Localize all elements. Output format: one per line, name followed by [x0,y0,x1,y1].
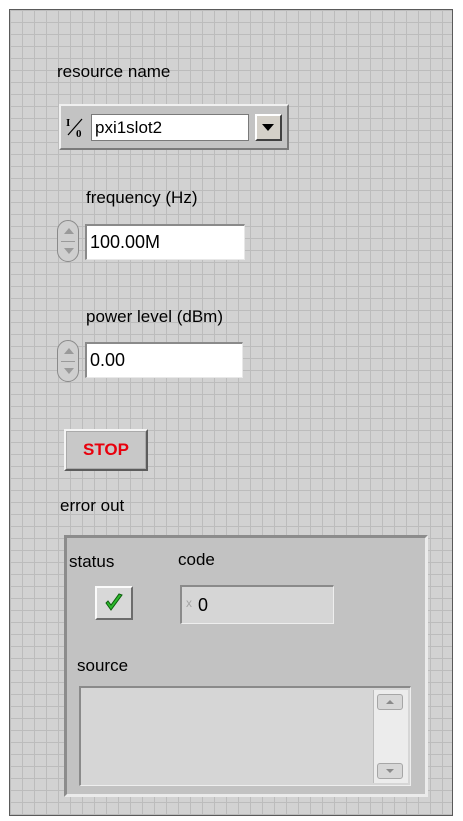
increment-arrow-icon[interactable] [64,348,74,354]
resource-name-dropdown-button[interactable] [255,114,282,141]
resource-name-control[interactable]: I 0 pxi1slot2 [59,104,289,150]
front-panel: resource name I 0 pxi1slot2 frequency (H… [9,9,453,816]
stop-button[interactable]: STOP [64,429,148,471]
power-level-field[interactable]: 0.00 [85,342,243,378]
svg-text:I: I [66,117,70,129]
resource-name-label: resource name [57,62,171,81]
code-label: code [178,550,215,569]
source-indicator [79,686,411,786]
scroll-up-button[interactable] [377,694,403,710]
scroll-down-button[interactable] [377,763,403,779]
error-out-cluster: status code x 0 source [64,535,428,797]
decrement-arrow-icon[interactable] [64,248,74,254]
frequency-label: frequency (Hz) [86,188,198,207]
source-label: source [77,656,129,675]
checkmark-icon [105,593,123,611]
chevron-up-icon [386,700,394,704]
code-value: 0 [198,595,209,615]
frequency-increment-decrement[interactable] [57,220,79,262]
chevron-down-icon [262,124,274,131]
power-level-increment-decrement[interactable] [57,340,79,382]
frequency-field[interactable]: 100.00M [85,224,245,260]
power-level-label: power level (dBm) [86,307,223,326]
io-icon: I 0 [66,117,83,138]
source-scrollbar[interactable] [373,690,408,783]
code-indicator: x 0 [180,585,334,624]
decrement-arrow-icon[interactable] [64,368,74,374]
status-indicator [95,586,133,620]
radix-indicator: x [186,596,192,610]
error-out-label: error out [60,496,125,515]
resource-name-field[interactable]: pxi1slot2 [91,114,249,141]
increment-arrow-icon[interactable] [64,228,74,234]
status-label: status [69,552,115,571]
chevron-down-icon [386,769,394,773]
svg-text:0: 0 [76,128,82,138]
